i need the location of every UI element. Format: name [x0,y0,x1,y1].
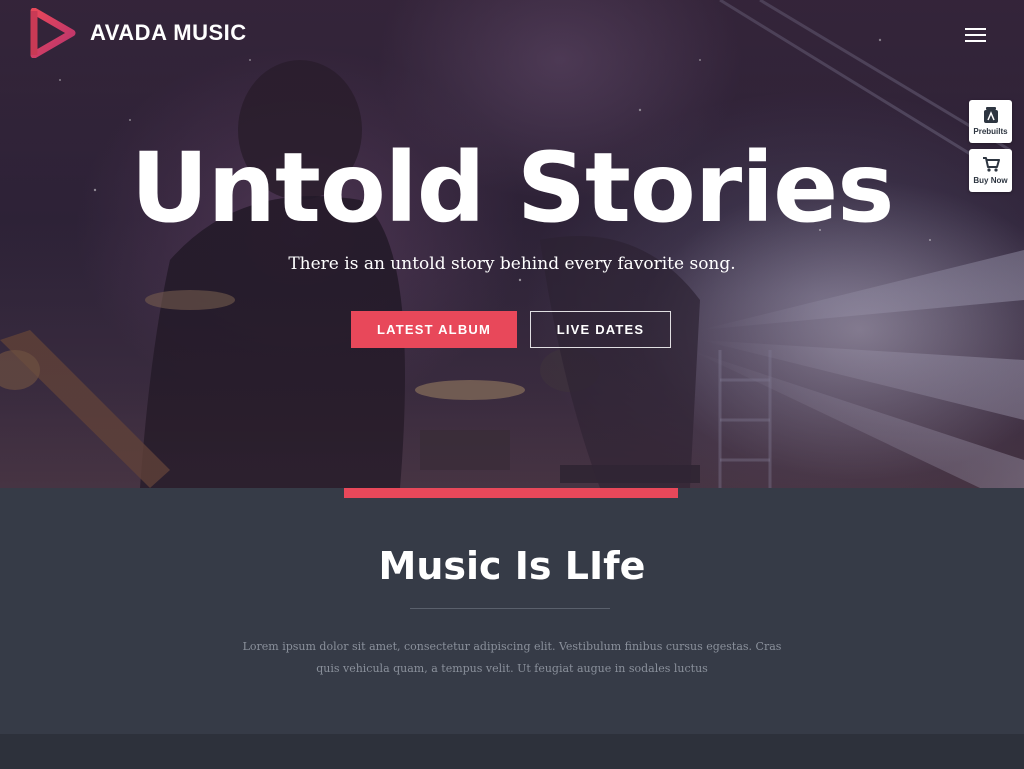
hamburger-menu-icon[interactable] [962,24,990,46]
section-title: Music Is LIfe [378,544,646,588]
brand-name: AVADA MUSIC [90,20,247,45]
hero-section: AVADA MUSIC Prebuilts Buy Now Untold Sto… [0,0,1024,488]
hero-subtitle: There is an untold story behind every fa… [288,254,736,274]
play-triangle-icon [30,8,76,58]
prebuilts-icon [983,107,998,123]
section-divider [410,608,610,609]
section-body-text: Lorem ipsum dolor sit amet, consectetur … [242,640,782,675]
live-dates-button[interactable]: LIVE DATES [530,311,671,348]
latest-album-button[interactable]: LATEST ALBUM [351,311,517,348]
site-logo[interactable]: AVADA MUSIC [30,8,247,58]
next-section-band [0,734,1024,769]
music-is-life-section: Music Is LIfe Lorem ipsum dolor sit amet… [0,488,1024,734]
page: AVADA MUSIC Prebuilts Buy Now Untold Sto… [0,0,1024,769]
hero-title: Untold Stories [130,132,895,244]
accent-bar [344,488,678,498]
